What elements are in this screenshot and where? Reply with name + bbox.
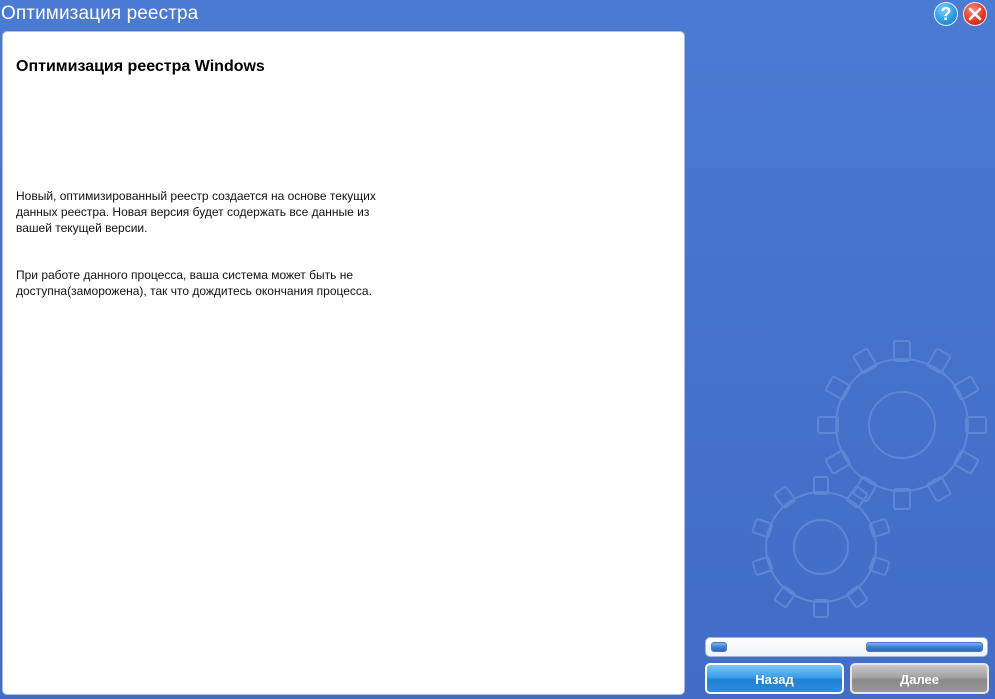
- help-button[interactable]: ?: [934, 2, 958, 26]
- page-heading: Оптимизация реестра Windows: [16, 58, 265, 75]
- content-panel: Оптимизация реестра Windows Новый, оптим…: [2, 31, 685, 695]
- step-progress-bar: [705, 637, 988, 657]
- gears-icon: [751, 340, 987, 618]
- question-mark-icon: ?: [940, 4, 952, 24]
- close-button[interactable]: [963, 2, 987, 26]
- back-button[interactable]: Назад: [705, 663, 844, 694]
- next-button[interactable]: Далее: [850, 663, 989, 694]
- close-x-icon: [968, 7, 982, 21]
- window-title: Оптимизация реестра: [1, 3, 199, 24]
- wizard-window: Оптимизация реестра ? Оптимизация реестр…: [0, 0, 995, 699]
- warning-paragraph: При работе данного процесса, ваша систем…: [16, 268, 372, 298]
- progress-segment-end: [866, 642, 983, 652]
- progress-segment-start: [711, 642, 727, 652]
- description-paragraph: Новый, оптимизированный реестр создается…: [16, 189, 376, 235]
